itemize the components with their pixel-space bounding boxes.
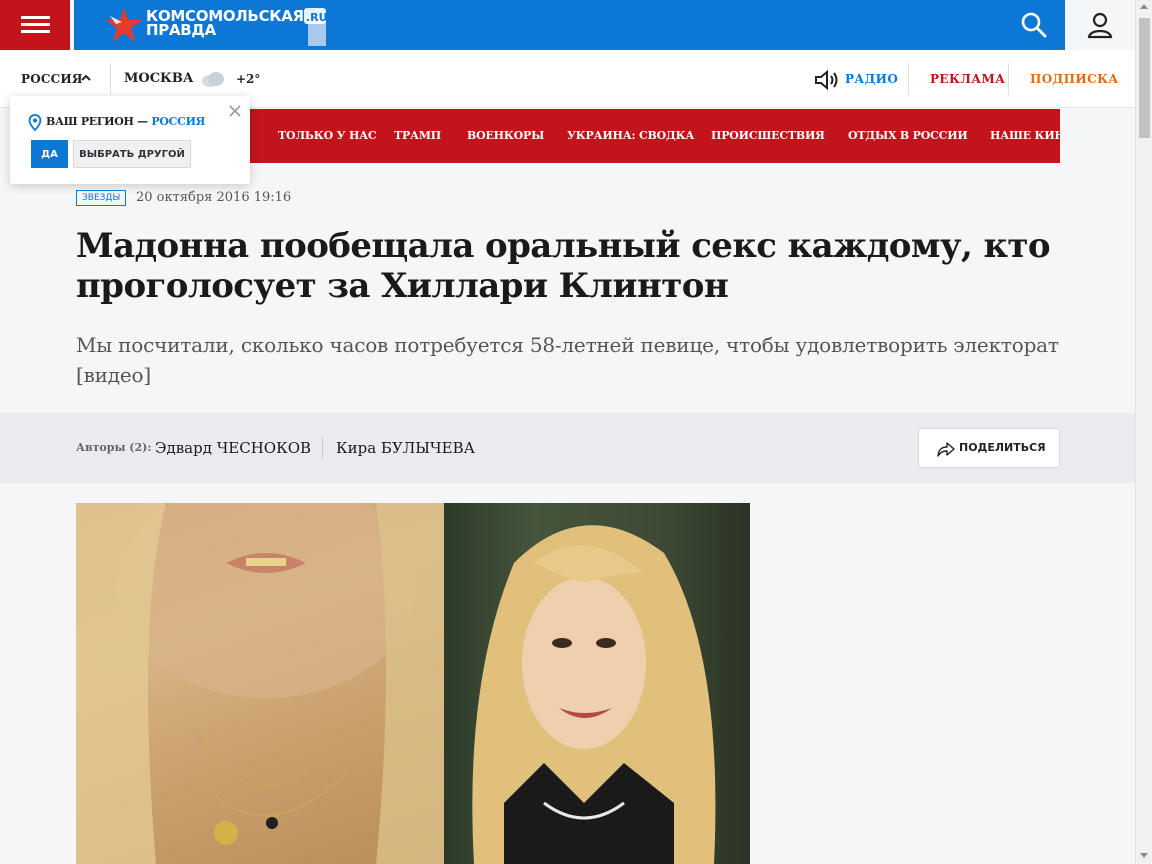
logo-star-icon[interactable]	[104, 6, 144, 44]
rubric-tag[interactable]: ЗВЕЗДЫ	[76, 190, 127, 206]
scroll-up-arrow-icon[interactable]	[1140, 4, 1148, 9]
nav-item-war-correspondents[interactable]: ВОЕНКОРЫ	[467, 129, 544, 142]
nav-item-ukraine-summary[interactable]: УКРАИНА: СВОДКА	[567, 129, 694, 142]
divider	[322, 437, 323, 459]
share-label: ПОДЕЛИТЬСЯ	[959, 441, 1046, 454]
divider	[110, 63, 111, 95]
article-lede: Мы посчитали, сколько часов потребуется …	[76, 333, 1059, 387]
choose-other-region-button[interactable]: ВЫБРАТЬ ДРУГОЙ	[73, 140, 191, 168]
logo-ru-text: .RU	[306, 11, 328, 24]
photo-left-panel	[76, 503, 444, 864]
author-link[interactable]: Кира БУЛЫЧЕВА	[336, 439, 475, 457]
divider	[908, 63, 909, 95]
speaker-icon[interactable]	[813, 69, 841, 91]
logo-ru-icon: .RU	[304, 8, 328, 46]
photo-right-panel	[444, 503, 750, 864]
nav-item-our-cinema[interactable]: НАШЕ КИНО	[990, 129, 1060, 142]
article-photo[interactable]	[76, 503, 750, 864]
chevron-up-icon[interactable]	[80, 71, 92, 85]
close-icon[interactable]	[228, 104, 242, 118]
cloud-icon	[202, 72, 224, 87]
menu-icon-bar	[21, 30, 50, 33]
authors-bar: Авторы (2): Эдвард ЧЕСНОКОВ Кира БУЛЫЧЕВ…	[0, 413, 1135, 483]
nav-item-travel-russia[interactable]: ОТДЫХ В РОССИИ	[848, 129, 968, 142]
logo-line-2: ПРАВДА	[146, 21, 216, 39]
menu-button[interactable]	[0, 0, 70, 50]
region-question: ВАШ РЕГИОН — РОССИЯ	[46, 115, 205, 128]
author-link[interactable]: Эдвард ЧЕСНОКОВ	[155, 439, 311, 457]
site-logo[interactable]: КОМСОМОЛЬСКАЯ ПРАВДА	[146, 9, 304, 39]
region-selector[interactable]: РОССИЯ	[21, 72, 83, 86]
subscribe-link[interactable]: ПОДПИСКА	[1030, 72, 1119, 86]
photo-left-illustration	[76, 503, 444, 864]
article-title: Мадонна пообещала оральный секс каждому,…	[76, 226, 1051, 306]
search-icon[interactable]	[1019, 10, 1049, 40]
authors-label: Авторы (2):	[76, 441, 152, 454]
site-header: КОМСОМОЛЬСКАЯ ПРАВДА .RU	[0, 0, 1135, 50]
nav-item-trump[interactable]: ТРАМП	[394, 129, 441, 142]
share-button[interactable]: ПОДЕЛИТЬСЯ	[918, 428, 1060, 468]
share-arrow-icon	[937, 442, 955, 457]
photo-right-illustration	[472, 525, 716, 864]
page-scrollbar[interactable]	[1135, 0, 1152, 864]
location-pin-icon	[28, 114, 42, 131]
radio-link[interactable]: РАДИО	[845, 72, 898, 86]
ads-link[interactable]: РЕКЛАМА	[930, 72, 1005, 86]
region-question-value: РОССИЯ	[151, 115, 206, 128]
region-question-text: ВАШ РЕГИОН —	[46, 115, 152, 128]
scroll-thumb[interactable]	[1139, 18, 1150, 138]
menu-icon-bar	[21, 23, 50, 26]
user-icon[interactable]	[1083, 8, 1117, 42]
confirm-region-button[interactable]: ДА	[31, 140, 68, 168]
article-date: 20 октября 2016 19:16	[136, 190, 292, 205]
menu-icon-bar	[21, 16, 50, 19]
scroll-down-arrow-icon[interactable]	[1140, 853, 1148, 858]
brand-bar: КОМСОМОЛЬСКАЯ ПРАВДА .RU	[74, 0, 1065, 50]
temperature: +2°	[236, 72, 261, 86]
divider	[1008, 63, 1009, 95]
nav-item-incidents[interactable]: ПРОИСШЕСТВИЯ	[711, 129, 825, 142]
city-label[interactable]: МОСКВА	[124, 71, 193, 86]
nav-item-exclusive[interactable]: ТОЛЬКО У НАС	[278, 129, 377, 142]
region-popup: ВАШ РЕГИОН — РОССИЯ ДА ВЫБРАТЬ ДРУГОЙ	[10, 96, 250, 184]
